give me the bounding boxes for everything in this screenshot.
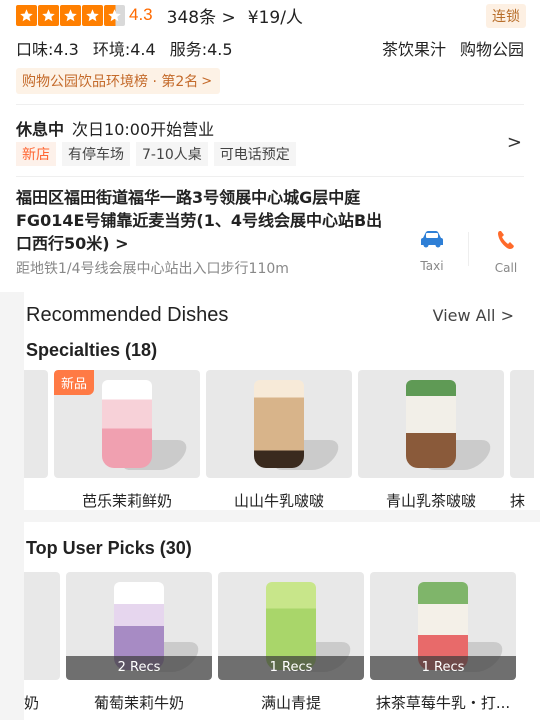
dish-name: 青山乳茶啵啵: [385, 492, 476, 510]
facility-tags: 新店 有停车场 7-10人桌 可电话预定: [16, 142, 296, 166]
taste-score: 口味:4.3: [16, 40, 79, 59]
chevron-right-icon: >: [500, 306, 514, 325]
dish-name: 山山牛乳啵啵: [233, 492, 324, 510]
divider: [16, 176, 524, 177]
metro-distance: 距地铁1/4号线会展中心站出入口步行110m: [16, 261, 289, 277]
ranking-tag[interactable]: 购物公园饮品环境榜 · 第2名 >: [16, 68, 221, 94]
dish-item[interactable]: 新品 芭乐茉莉鲜奶: [54, 370, 200, 511]
category-label[interactable]: 茶饮果汁: [382, 36, 446, 60]
review-count-link[interactable]: 348条 >: [167, 3, 236, 28]
phone-icon: [498, 231, 514, 249]
chevron-right-icon[interactable]: >: [507, 132, 522, 153]
dish-name: 抹: [510, 492, 526, 510]
star-icon: [82, 4, 103, 26]
sub-scores: 口味:4.3 环境:4.4 服务:4.5: [16, 36, 233, 60]
dish-photo: 1 Recs: [218, 572, 364, 680]
recs-count: 1 Recs: [370, 656, 516, 680]
environment-score: 环境:4.4: [92, 40, 156, 59]
next-open-time: 次日10:00开始营业: [72, 120, 215, 139]
call-label: Call: [494, 261, 518, 275]
star-icon: [38, 4, 59, 26]
dish-name: 满山青提: [260, 694, 321, 712]
service-score: 服务:4.5: [169, 40, 233, 59]
dish-item[interactable]: [24, 370, 48, 511]
new-shop-tag: 新店: [16, 142, 56, 166]
shop-address[interactable]: 福田区福田街道福华一路3号领展中心城G层中庭FG014E号铺靠近麦当劳(1、4号…: [16, 186, 396, 255]
dish-name: 抹茶草莓牛乳・打...: [375, 694, 511, 712]
business-hours[interactable]: 休息中 次日10:00开始营业: [16, 116, 214, 140]
recommended-dishes-section: Recommended Dishes View All > Specialtie…: [24, 292, 540, 510]
price-per-person: ¥19/人: [247, 7, 303, 28]
phone-booking-tag: 可电话预定: [213, 142, 296, 166]
dish-item[interactable]: 山山牛乳啵啵: [206, 370, 352, 511]
recs-count: 1 Recs: [218, 656, 364, 680]
dish-item[interactable]: 2 Recs 葡萄茉莉牛奶: [66, 572, 212, 713]
dish-photo: [24, 572, 60, 680]
dish-photo: [24, 370, 48, 478]
dish-photo: [206, 370, 352, 478]
star-rating: [16, 4, 125, 26]
divider: [16, 104, 524, 105]
dish-item[interactable]: 奶: [24, 572, 60, 713]
shop-categories: 茶饮果汁 购物公园: [382, 36, 524, 60]
half-star-icon: [104, 4, 125, 26]
dish-name: 奶: [24, 694, 40, 712]
dish-item[interactable]: 1 Recs 抹茶草莓牛乳・打...: [370, 572, 516, 713]
dish-item[interactable]: 抹: [510, 370, 534, 511]
top-picks-title: Top User Picks (30): [26, 538, 192, 558]
rating-value: 4.3: [129, 5, 153, 24]
top-picks-list: 奶 2 Recs 葡萄茉莉牛奶 1 Recs 满山青提 1 Recs 抹茶草莓牛…: [24, 572, 516, 713]
dish-name: 葡萄茉莉牛奶: [93, 694, 184, 712]
rating-row: 4.3 348条 > ¥19/人: [16, 3, 303, 28]
dish-photo: [510, 370, 534, 478]
section-title: Recommended Dishes: [26, 304, 229, 326]
view-all-button[interactable]: View All >: [433, 306, 514, 325]
chevron-right-icon: >: [201, 73, 213, 89]
recs-count: 2 Recs: [66, 656, 212, 680]
open-status: 休息中: [16, 120, 65, 139]
star-icon: [60, 4, 81, 26]
dish-photo: 1 Recs: [370, 572, 516, 680]
chain-badge[interactable]: 连锁: [486, 4, 526, 28]
star-icon: [16, 4, 37, 26]
specialties-title: Specialties (18): [26, 340, 158, 360]
parking-tag: 有停车场: [62, 142, 130, 166]
dish-photo: 新品: [54, 370, 200, 478]
chevron-right-icon: >: [221, 7, 236, 28]
specialties-list: 新品 芭乐茉莉鲜奶 山山牛乳啵啵 青山乳茶啵啵 抹: [24, 370, 534, 511]
top-user-picks-section: Top User Picks (30) 奶 2 Recs 葡萄茉莉牛奶 1 Re…: [24, 522, 540, 720]
category-label[interactable]: 购物公园: [460, 36, 524, 60]
dish-item[interactable]: 1 Recs 满山青提: [218, 572, 364, 713]
taxi-button[interactable]: Taxi: [412, 229, 452, 273]
car-icon: [421, 231, 443, 248]
shop-header: 4.3 348条 > ¥19/人 连锁 口味:4.3 环境:4.4 服务:4.5…: [0, 0, 540, 292]
dish-name: 芭乐茉莉鲜奶: [81, 492, 172, 510]
dish-item[interactable]: 青山乳茶啵啵: [358, 370, 504, 511]
new-badge: 新品: [54, 370, 95, 395]
table-size-tag: 7-10人桌: [136, 142, 208, 166]
divider: [468, 232, 469, 266]
chevron-right-icon: >: [115, 234, 129, 253]
dish-photo: [358, 370, 504, 478]
taxi-label: Taxi: [420, 259, 444, 273]
dish-photo: 2 Recs: [66, 572, 212, 680]
call-button[interactable]: Call: [486, 229, 526, 275]
